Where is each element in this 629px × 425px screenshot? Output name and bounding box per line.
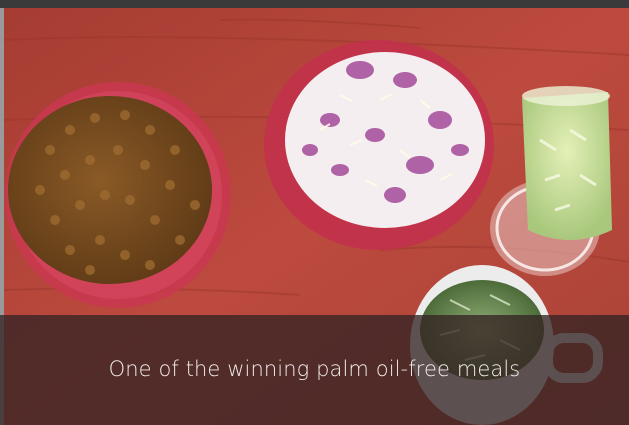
photo-caption: One of the winning palm oil-free meals	[108, 357, 521, 381]
top-edge	[0, 0, 629, 8]
mashed-potato-plate	[264, 40, 494, 250]
baked-beans-plate	[5, 82, 231, 308]
